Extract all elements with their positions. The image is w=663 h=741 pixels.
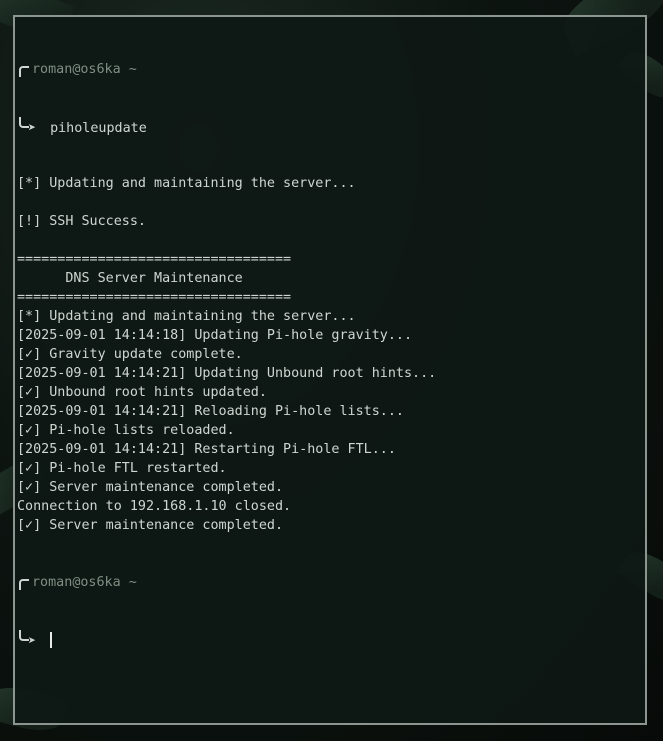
output-line: [✓] Server maintenance completed. — [17, 518, 284, 533]
prompt-line: roman@os6ka ~ — [17, 60, 641, 79]
output-line: DNS Server Maintenance — [17, 271, 243, 286]
command-text: piholeupdate — [50, 121, 147, 136]
output-line: [2025-09-01 14:14:21] Updating Unbound r… — [17, 366, 437, 381]
output-line: [✓] Pi-hole FTL restarted. — [17, 461, 227, 476]
command-output: [*] Updating and maintaining the server.… — [17, 174, 641, 535]
command-line: ➤ piholeupdate — [17, 117, 641, 136]
prompt-host: os6ka — [80, 62, 121, 77]
prompt-host: os6ka — [80, 575, 121, 590]
prompt-user: roman — [32, 62, 73, 77]
output-line: [2025-09-01 14:14:21] Reloading Pi-hole … — [17, 404, 404, 419]
output-line: ================================== — [17, 290, 292, 305]
desktop-wallpaper: roman@os6ka ~ ➤ piholeupdate [*] Updating… — [0, 0, 663, 741]
terminal-output[interactable]: roman@os6ka ~ ➤ piholeupdate [*] Updating… — [17, 22, 641, 687]
output-line: ================================== — [17, 252, 292, 267]
output-line: Connection to 192.168.1.10 closed. — [17, 499, 292, 514]
output-line: [✓] Server maintenance completed. — [17, 480, 284, 495]
output-line: [✓] Pi-hole lists reloaded. — [17, 423, 235, 438]
output-line: [*] Updating and maintaining the server.… — [17, 309, 356, 324]
prompt-dir: ~ — [128, 62, 137, 77]
prompt-arrow-icon: ➤ — [28, 121, 37, 136]
prompt-dir: ~ — [128, 575, 137, 590]
output-line: [2025-09-01 14:14:21] Restarting Pi-hole… — [17, 442, 396, 457]
prompt-corner-top — [19, 66, 29, 77]
output-line: [*] Updating and maintaining the server.… — [17, 176, 356, 191]
prompt-arrow-icon: ➤ — [28, 634, 37, 649]
text-cursor[interactable] — [50, 632, 53, 648]
prompt-line: roman@os6ka ~ — [17, 573, 641, 592]
terminal-window[interactable]: roman@os6ka ~ ➤ piholeupdate [*] Updating… — [13, 15, 647, 725]
prompt-corner-top — [19, 579, 29, 590]
prompt-user: roman — [32, 575, 73, 590]
input-line[interactable]: ➤ — [17, 630, 641, 649]
output-line: [✓] Unbound root hints updated. — [17, 385, 267, 400]
output-line: [✓] Gravity update complete. — [17, 347, 243, 362]
output-line: [!] SSH Success. — [17, 214, 146, 229]
output-line: [2025-09-01 14:14:18] Updating Pi-hole g… — [17, 328, 413, 343]
